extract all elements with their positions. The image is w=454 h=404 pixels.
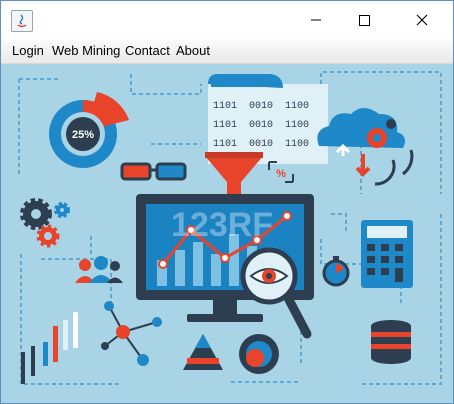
pie-percent-label: 25% [72,129,94,141]
close-icon [416,14,428,26]
close-button[interactable] [399,1,445,39]
title-bar [1,1,453,39]
menu-web-mining[interactable]: Web Mining [52,43,120,58]
calculator-icon [361,220,413,288]
target-icon [239,334,279,374]
web-mining-illustration: 25% 1101 0010 1100 1101 0010 1100 1101 0… [1,64,453,403]
illustration-panel: 25% 1101 0010 1100 1101 0010 1100 1101 0… [1,64,453,403]
java-app-icon [11,10,33,32]
maximize-button[interactable] [341,1,387,39]
watermark: 123RF [171,206,273,244]
menu-about[interactable]: About [176,43,210,58]
percent-sign: % [276,168,286,180]
menu-bar: Login Web Mining Contact About [1,39,453,64]
binary-row-1: 1101 0010 1100 [213,101,309,112]
menu-contact[interactable]: Contact [125,43,170,58]
database-icon [371,320,411,364]
menu-login[interactable]: Login [12,43,44,58]
binary-row-2: 1101 0010 1100 [213,120,309,131]
binary-document-icon: 1101 0010 1100 1101 0010 1100 1101 0010 … [208,74,328,164]
minimize-button[interactable] [293,1,339,39]
minimize-icon [311,19,321,21]
binary-row-3: 1101 0010 1100 [213,139,309,150]
app-window: Login Web Mining Contact About 25% 1101 … [0,0,454,404]
maximize-icon [359,15,370,26]
